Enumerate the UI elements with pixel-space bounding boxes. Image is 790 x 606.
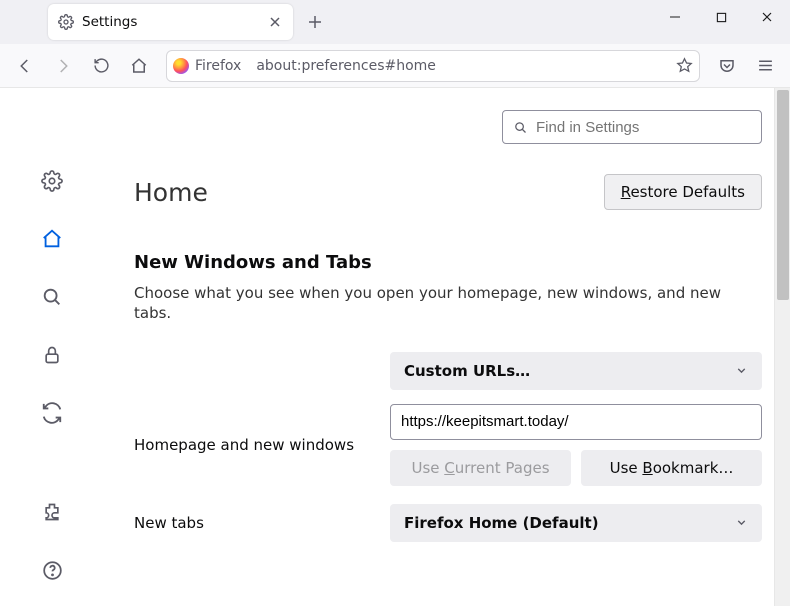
browser-tab[interactable]: Settings (48, 4, 293, 40)
preferences-main: Home RRestore Defaultsestore Defaults Ne… (104, 88, 790, 606)
url-text: about:preferences#home (256, 58, 670, 74)
bookmark-star-icon[interactable] (676, 57, 693, 74)
window-close[interactable] (744, 0, 790, 34)
section-desc: Choose what you see when you open your h… (134, 283, 762, 324)
preferences-sidebar (0, 88, 104, 606)
pocket-button[interactable] (710, 50, 744, 82)
chevron-down-icon (735, 364, 748, 377)
chevron-down-icon (735, 516, 748, 529)
home-button[interactable] (122, 50, 156, 82)
firefox-icon (173, 58, 189, 74)
scrollbar[interactable] (774, 88, 790, 606)
sidebar-general[interactable] (34, 163, 70, 199)
sidebar-search[interactable] (34, 279, 70, 315)
sidebar-privacy[interactable] (34, 337, 70, 373)
gear-icon (58, 14, 74, 30)
sidebar-home[interactable] (34, 221, 70, 257)
titlebar: Settings (0, 0, 790, 44)
select-value: Custom URLs… (404, 362, 530, 380)
use-current-pages-button[interactable]: Use Current PagesUse Current Pages (390, 450, 571, 486)
find-in-settings[interactable] (502, 110, 762, 144)
sidebar-help[interactable] (34, 552, 70, 588)
restore-defaults-button[interactable]: RRestore Defaultsestore Defaults (604, 174, 762, 210)
sidebar-extensions[interactable] (34, 494, 70, 530)
page-title: Home (134, 178, 208, 207)
url-bar[interactable]: Firefox about:preferences#home (166, 50, 700, 82)
forward-button[interactable] (46, 50, 80, 82)
reload-button[interactable] (84, 50, 118, 82)
window-controls (652, 0, 790, 38)
search-input[interactable] (536, 119, 751, 136)
scrollbar-thumb[interactable] (777, 90, 789, 300)
identity-box[interactable]: Firefox (173, 58, 250, 74)
toolbar: Firefox about:preferences#home (0, 44, 790, 88)
new-tab-button[interactable] (301, 8, 329, 36)
homepage-url-input[interactable] (390, 404, 762, 440)
window-maximize[interactable] (698, 0, 744, 34)
close-icon[interactable] (267, 14, 283, 30)
identity-label: Firefox (195, 58, 241, 74)
search-icon (513, 120, 528, 135)
window-minimize[interactable] (652, 0, 698, 34)
select-value: Firefox Home (Default) (404, 514, 599, 532)
homepage-label: Homepage and new windows (134, 436, 372, 454)
tab-title: Settings (82, 14, 259, 30)
section-title: New Windows and Tabs (134, 252, 762, 273)
app-menu-button[interactable] (748, 50, 782, 82)
use-bookmark-button[interactable]: Use Bookmark…Use Bookmark… (581, 450, 762, 486)
preferences-content: Home RRestore Defaultsestore Defaults Ne… (0, 88, 790, 606)
sidebar-sync[interactable] (34, 395, 70, 431)
newtabs-select[interactable]: Firefox Home (Default) (390, 504, 762, 542)
newtabs-label: New tabs (134, 514, 372, 532)
homepage-mode-select[interactable]: Custom URLs… (390, 352, 762, 390)
back-button[interactable] (8, 50, 42, 82)
